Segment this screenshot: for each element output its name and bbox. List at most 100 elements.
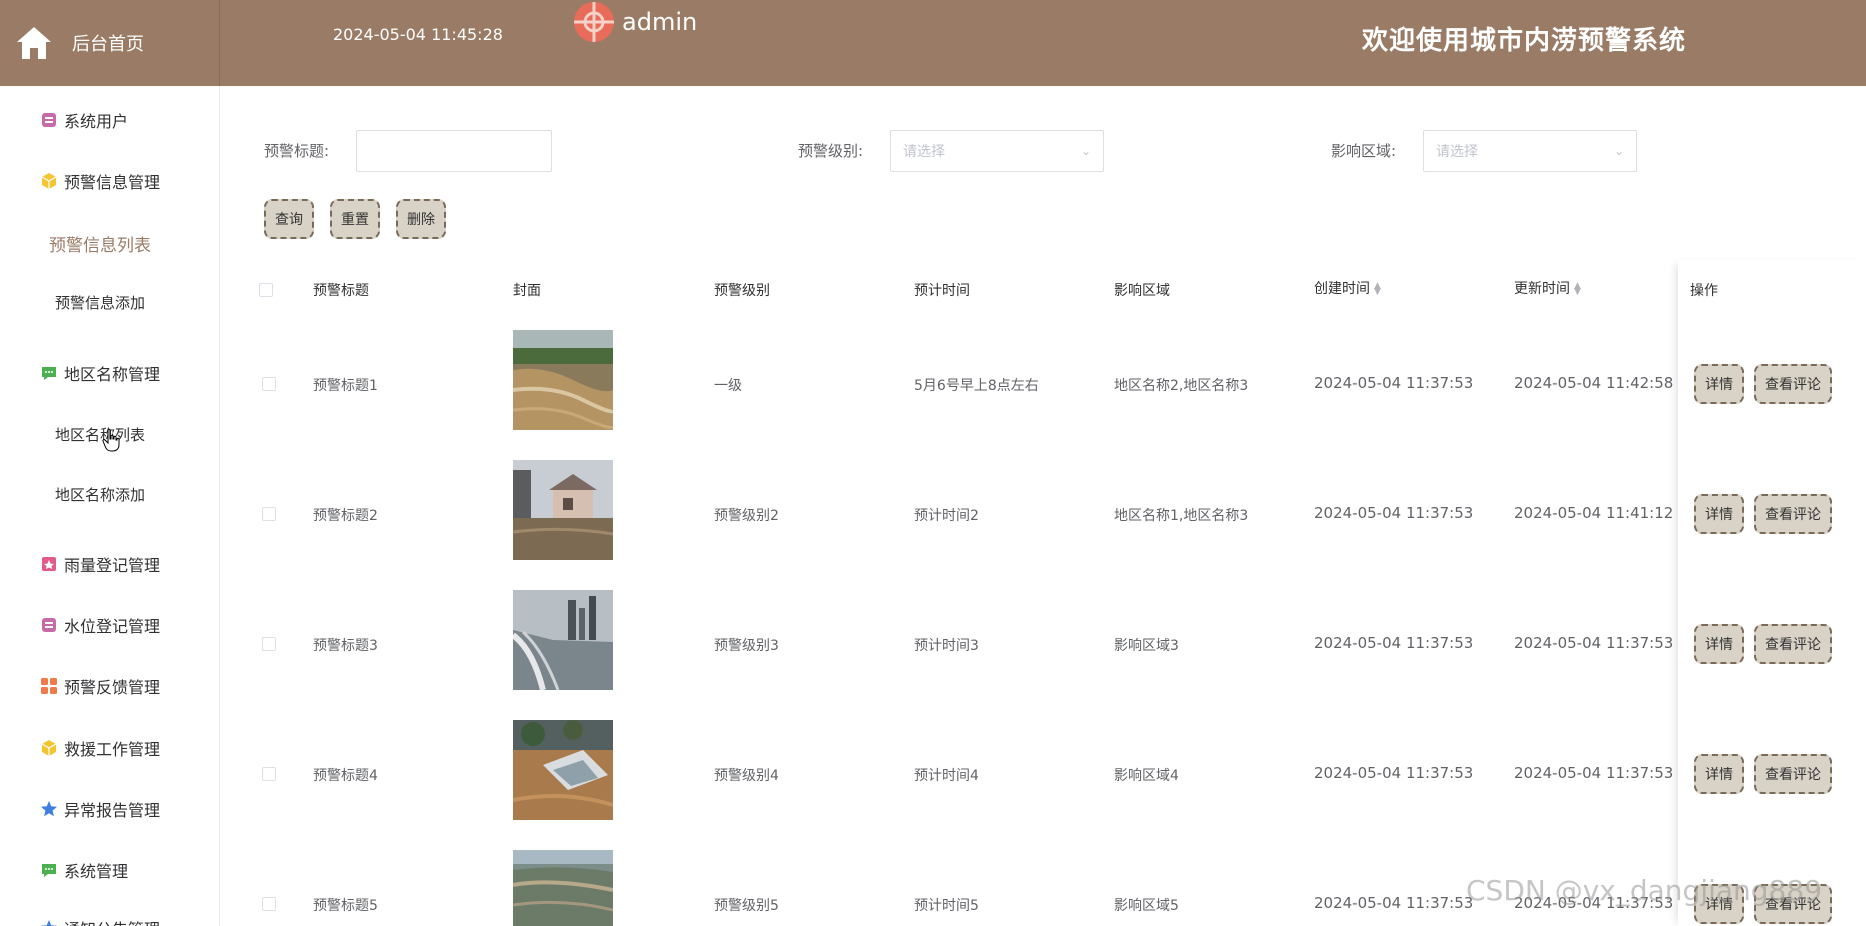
home-link[interactable]: 后台首页: [0, 0, 220, 86]
row-area: 影响区域3: [1114, 638, 1179, 654]
sidebar-item-rainfall[interactable]: 雨量登记管理: [0, 552, 219, 576]
sidebar-item-alert-add[interactable]: 预警信息添加: [0, 292, 200, 313]
sidebar-item-label: 通知公告管理: [64, 916, 160, 926]
row-checkbox[interactable]: [262, 507, 276, 521]
sidebar-item-label: 预警信息管理: [64, 173, 161, 192]
sidebar-item-alert-feedback[interactable]: 预警反馈管理: [0, 674, 219, 698]
sidebar-item-alert-info[interactable]: 预警信息管理: [0, 169, 219, 193]
reset-button[interactable]: 重置: [330, 199, 380, 239]
row-checkbox[interactable]: [262, 637, 276, 651]
view-comments-button[interactable]: 查看评论: [1754, 494, 1832, 534]
chevron-down-icon: ⌄: [1080, 144, 1091, 158]
top-header: 后台首页 2024-05-04 11:45:28 admin 欢迎使用城市内涝预…: [0, 0, 1866, 86]
header-updated-time[interactable]: 更新时间 ▲ ▼: [1514, 278, 1581, 298]
sidebar-item-label: 预警反馈管理: [64, 678, 161, 697]
sidebar-item-label: 系统管理: [64, 862, 129, 881]
row-checkbox[interactable]: [262, 767, 276, 781]
view-comments-button[interactable]: 查看评论: [1754, 364, 1832, 404]
row-area: 影响区域4: [1114, 768, 1179, 784]
row-expected-time: 预计时间4: [914, 768, 979, 784]
cover-image[interactable]: [513, 590, 613, 690]
sidebar-item-system-users[interactable]: 系统用户: [0, 108, 219, 132]
view-comments-button[interactable]: 查看评论: [1754, 624, 1832, 664]
row-checkbox[interactable]: [262, 897, 276, 911]
row-level: 预警级别5: [714, 898, 779, 914]
sidebar-item-label: 异常报告管理: [64, 801, 161, 820]
header-title: 预警标题: [313, 283, 369, 299]
select-all-checkbox[interactable]: [259, 283, 273, 297]
sidebar-item-label: 雨量登记管理: [64, 556, 161, 575]
cover-image[interactable]: [513, 460, 613, 560]
sidebar-item-region-add[interactable]: 地区名称添加: [0, 484, 200, 505]
row-updated-time: 2024-05-04 11:42:58: [1514, 374, 1674, 392]
query-button[interactable]: 查询: [264, 199, 314, 239]
sidebar-item-region-name[interactable]: 地区名称管理: [0, 361, 219, 385]
row-level: 预警级别3: [714, 638, 779, 654]
row-updated-time: 2024-05-04 11:37:53: [1514, 764, 1674, 782]
row-area: 影响区域5: [1114, 898, 1179, 914]
sidebar-item-rescue-work[interactable]: 救援工作管理: [0, 736, 219, 760]
row-title: 预警标题2: [313, 508, 378, 524]
row-created-time: 2024-05-04 11:37:53: [1314, 764, 1474, 782]
header-expected-time: 预计时间: [914, 283, 970, 299]
detail-button[interactable]: 详情: [1694, 364, 1744, 404]
row-title: 预警标题5: [313, 898, 378, 914]
archive-icon: [42, 618, 56, 632]
avatar: [574, 2, 614, 42]
sort-icon[interactable]: ▲ ▼: [1374, 282, 1381, 297]
header-created-time[interactable]: 创建时间 ▲ ▼: [1314, 278, 1381, 298]
sort-icon[interactable]: ▲ ▼: [1574, 282, 1581, 297]
row-checkbox[interactable]: [262, 377, 276, 391]
site-title: 欢迎使用城市内涝预警系统: [1362, 26, 1687, 56]
home-icon: [17, 27, 51, 59]
detail-button[interactable]: 详情: [1694, 494, 1744, 534]
level-select-placeholder: 请选择: [903, 144, 945, 160]
filter-area-label: 影响区域:: [1331, 142, 1397, 160]
sidebar-item-anomaly-report[interactable]: 异常报告管理: [0, 797, 219, 821]
cube-icon: [41, 173, 57, 189]
view-comments-button[interactable]: 查看评论: [1754, 754, 1832, 794]
cover-image[interactable]: [513, 720, 613, 820]
cover-image[interactable]: [513, 330, 613, 430]
cover-image[interactable]: [513, 850, 613, 926]
delete-button[interactable]: 删除: [396, 199, 446, 239]
sidebar-item-system-manage[interactable]: 系统管理: [0, 858, 219, 882]
row-created-time: 2024-05-04 11:37:53: [1314, 374, 1474, 392]
row-expected-time: 预计时间3: [914, 638, 979, 654]
username: admin: [622, 8, 698, 36]
cube-icon: [41, 740, 57, 756]
header-created-label: 创建时间: [1314, 281, 1370, 297]
row-title: 预警标题4: [313, 768, 378, 784]
row-title: 预警标题1: [313, 378, 378, 394]
header-level: 预警级别: [714, 283, 770, 299]
row-created-time: 2024-05-04 11:37:53: [1314, 634, 1474, 652]
row-expected-time: 5月6号早上8点左右: [914, 378, 1039, 394]
area-select[interactable]: 请选择 ⌄: [1423, 130, 1637, 172]
row-created-time: 2024-05-04 11:37:53: [1314, 504, 1474, 522]
row-updated-time: 2024-05-04 11:37:53: [1514, 634, 1674, 652]
sidebar-item-notice[interactable]: 通知公告管理: [0, 916, 219, 926]
row-level: 预警级别2: [714, 508, 779, 524]
chat-icon: [42, 367, 56, 380]
sidebar-item-label: 系统用户: [64, 112, 129, 131]
operation-column: 操作 详情 查看评论 详情 查看评论 详情 查看评论 详情 查看评论 详情 查看…: [1678, 260, 1866, 926]
title-input[interactable]: [356, 130, 552, 172]
home-label: 后台首页: [72, 34, 144, 55]
badge-icon: [42, 557, 56, 571]
sidebar-item-region-list[interactable]: 地区名称列表: [0, 424, 200, 445]
detail-button[interactable]: 详情: [1694, 754, 1744, 794]
sidebar-item-water-level[interactable]: 水位登记管理: [0, 613, 219, 637]
star-icon: [41, 801, 57, 817]
watermark: CSDN @vx_dangjiang889: [1466, 874, 1823, 907]
area-select-placeholder: 请选择: [1436, 144, 1478, 160]
sidebar-item-alert-list[interactable]: 预警信息列表: [0, 231, 200, 256]
row-area: 地区名称2,地区名称3: [1114, 378, 1249, 394]
user-profile[interactable]: admin: [574, 2, 697, 42]
archive-icon: [42, 113, 56, 127]
row-created-time: 2024-05-04 11:37:53: [1314, 894, 1474, 912]
detail-button[interactable]: 详情: [1694, 624, 1744, 664]
sidebar-item-label: 水位登记管理: [64, 617, 161, 636]
filter-level-label: 预警级别:: [798, 142, 864, 160]
row-level: 一级: [714, 378, 742, 394]
level-select[interactable]: 请选择 ⌄: [890, 130, 1104, 172]
